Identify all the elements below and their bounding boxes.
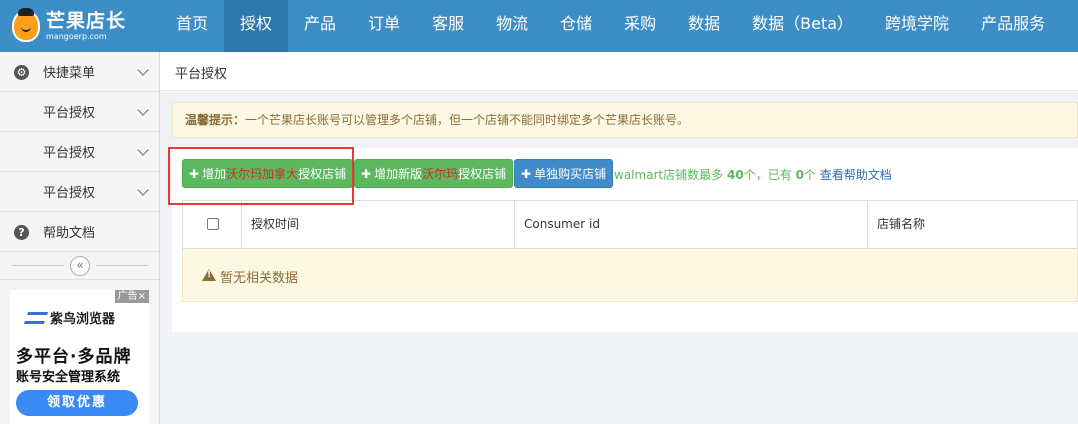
nav-item-purchasing[interactable]: 采购 <box>608 0 672 52</box>
chevron-down-icon <box>137 184 149 196</box>
sidebar-item-label: 平台授权 <box>43 146 96 161</box>
ad-banner[interactable]: 广告× 紫鸟浏览器 多平台·多品牌 账号安全管理系统 领取优惠 <box>10 290 149 424</box>
help-icon: ? <box>14 225 29 240</box>
breadcrumb-bar: 平台授权 <box>160 52 1078 91</box>
collapse-sidebar-button[interactable]: « <box>70 256 90 276</box>
empty-state-text: 暂无相关数据 <box>220 271 299 286</box>
sidebar-item-label: 平台授权 <box>43 186 96 201</box>
chevron-down-icon <box>137 144 149 156</box>
nav-item-logistics[interactable]: 物流 <box>480 0 544 52</box>
button-label-suffix: 授权店铺 <box>458 167 507 181</box>
store-current-count: 0 <box>795 168 804 182</box>
sidebar-item-label: 快捷菜单 <box>43 66 96 81</box>
breadcrumb: 平台授权 <box>175 67 228 82</box>
ad-tag-label: 广告 <box>117 291 138 302</box>
nav-item-data[interactable]: 数据 <box>672 0 736 52</box>
plus-icon: ✚ <box>361 167 372 181</box>
add-new-walmart-store-button[interactable]: ✚ 增加新版沃尔玛授权店铺 <box>354 159 514 188</box>
sidebar-item-label: 平台授权 <box>43 106 96 121</box>
buy-store-button[interactable]: ✚ 单独购买店铺 <box>514 159 614 188</box>
brand-title: 芒果店长 <box>46 9 127 32</box>
nav-item-academy[interactable]: 跨境学院 <box>869 0 965 52</box>
ad-cta-button[interactable]: 领取优惠 <box>16 390 138 416</box>
mango-mascot-icon <box>12 8 40 42</box>
column-header-auth-time[interactable]: 授权时间 <box>241 201 516 248</box>
empty-state-row: 暂无相关数据 <box>182 249 1078 302</box>
help-doc-link[interactable]: 查看帮助文档 <box>820 168 892 182</box>
select-all-checkbox[interactable] <box>207 218 219 230</box>
store-count-info: walmart店铺数最多 40个，已有 0个 查看帮助文档 <box>614 166 892 183</box>
highlight-annotation-box <box>168 147 354 205</box>
sidebar-item-help-docs[interactable]: ? 帮助文档 <box>0 212 159 252</box>
notice-text: 一个芒果店长账号可以管理多个店铺，但一个店铺不能同时绑定多个芒果店长账号。 <box>245 113 690 127</box>
button-label-highlight: 沃尔玛 <box>422 167 459 181</box>
brand-logo[interactable]: 芒果店长 mangoerp.com <box>0 0 160 52</box>
sidebar-item-label: 帮助文档 <box>43 226 96 241</box>
sidebar-item-shortcut-menu[interactable]: ⚙ 快捷菜单 <box>0 52 159 92</box>
sidebar-collapse-row: « <box>0 252 159 280</box>
main-nav: 首页 授权 产品 订单 客服 物流 仓储 采购 数据 数据（Beta） 跨境学院… <box>160 0 1061 52</box>
nav-item-authorization[interactable]: 授权 <box>224 0 289 52</box>
nav-item-products[interactable]: 产品 <box>288 0 352 52</box>
ad-headline: 多平台·多品牌 <box>16 347 132 367</box>
button-label: 单独购买店铺 <box>534 167 607 181</box>
ad-close-icon[interactable]: × <box>138 291 146 302</box>
store-info-suffix: 个 <box>803 168 816 182</box>
column-header-consumer-id[interactable]: Consumer id <box>514 201 869 248</box>
chevron-down-icon <box>137 104 149 116</box>
ad-brand-logo-icon <box>23 311 49 324</box>
ad-brand: 紫鸟浏览器 <box>23 308 116 327</box>
store-info-mid: 个，已有 <box>743 168 792 182</box>
ad-tag[interactable]: 广告× <box>114 290 149 303</box>
sidebar: ⚙ 快捷菜单 平台授权 平台授权 平台授权 ? 帮助文档 « 广告× 紫鸟浏览器… <box>0 52 160 424</box>
divider <box>96 265 148 266</box>
sidebar-item-platform-auth[interactable]: 平台授权 <box>0 172 159 212</box>
store-max-count: 40 <box>727 168 744 182</box>
ad-brand-name: 紫鸟浏览器 <box>50 312 116 327</box>
sidebar-item-platform-auth[interactable]: 平台授权 <box>0 92 159 132</box>
warning-icon <box>202 269 216 281</box>
nav-item-product-services[interactable]: 产品服务 <box>965 0 1061 52</box>
brand-subtitle: mangoerp.com <box>46 31 107 41</box>
ad-subline: 账号安全管理系统 <box>16 370 121 385</box>
gear-icon: ⚙ <box>14 65 29 80</box>
nav-item-orders[interactable]: 订单 <box>352 0 416 52</box>
divider <box>12 265 64 266</box>
nav-item-home[interactable]: 首页 <box>160 0 224 52</box>
top-navbar: 芒果店长 mangoerp.com 首页 授权 产品 订单 客服 物流 仓储 采… <box>0 0 1078 52</box>
nav-item-warehouse[interactable]: 仓储 <box>544 0 608 52</box>
sidebar-item-platform-auth[interactable]: 平台授权 <box>0 132 159 172</box>
nav-item-customer-service[interactable]: 客服 <box>416 0 480 52</box>
nav-item-data-beta[interactable]: 数据（Beta） <box>736 0 869 52</box>
notice-label: 温馨提示： <box>185 113 246 127</box>
notice-alert: 温馨提示：一个芒果店长账号可以管理多个店铺，但一个店铺不能同时绑定多个芒果店长账… <box>172 102 1078 138</box>
chevron-down-icon <box>137 64 149 76</box>
plus-icon: ✚ <box>521 167 532 181</box>
table-header: 授权时间 Consumer id 店铺名称 <box>182 200 1078 249</box>
column-header-store-name[interactable]: 店铺名称 <box>867 201 1077 248</box>
button-label-prefix: 增加新版 <box>374 167 423 181</box>
store-info-prefix: walmart店铺数最多 <box>614 168 724 182</box>
